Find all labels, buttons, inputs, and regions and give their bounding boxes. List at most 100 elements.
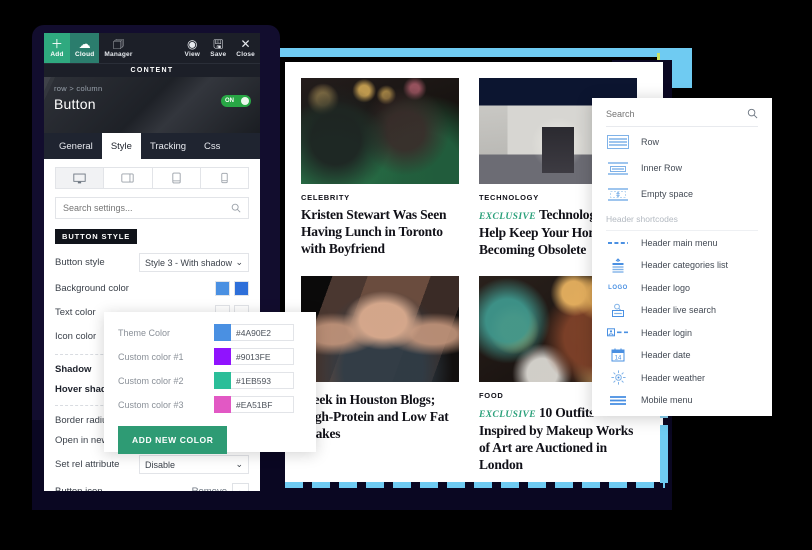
add-button-label: Add (50, 51, 63, 58)
theme-color-hex[interactable]: #4A90E2 (231, 324, 294, 341)
shortcode-label: Mobile menu (641, 395, 693, 405)
device-tablet-landscape[interactable] (104, 168, 152, 188)
view-button[interactable]: ◉ View (179, 33, 205, 63)
shortcode-header-logo[interactable]: LOGO Header logo (606, 277, 758, 299)
chevron-right-icon[interactable]: › (232, 483, 249, 491)
search-settings-box[interactable] (55, 197, 249, 219)
color-picker-row[interactable]: Custom color #2 #1EB593 (118, 372, 302, 389)
background-color-label: Background color (55, 283, 129, 294)
set-rel-select[interactable]: Disable ⌄ (139, 455, 249, 474)
editor-tabs: General Style Tracking Css (44, 133, 260, 159)
color-picker-popover: Theme Color #4A90E2 Custom color #1 #901… (104, 312, 316, 452)
custom-color-3-swatch[interactable] (214, 396, 231, 413)
remove-button-icon-link[interactable]: Remove (192, 486, 227, 491)
custom-color-3-label: Custom color #3 (118, 400, 214, 410)
field-button-style: Button style Style 3 - With shadow ⌄ (55, 253, 249, 272)
manager-button[interactable]: 🗇 Manager (99, 33, 137, 63)
save-disk-icon: 🖫 (213, 39, 223, 50)
color-picker-row[interactable]: Custom color #1 #9013FE (118, 348, 302, 365)
tab-general[interactable]: General (50, 133, 102, 159)
block-item-row[interactable]: Row (606, 130, 758, 153)
empty-space-icon (606, 187, 630, 201)
custom-color-2-swatch[interactable] (214, 372, 231, 389)
custom-color-1-hex[interactable]: #9013FE (231, 348, 294, 365)
calendar-icon: 14 (606, 348, 630, 362)
block-item-empty-space[interactable]: Empty space (606, 182, 758, 205)
manager-icon: 🗇 (113, 39, 124, 50)
shortcode-header-categories-list[interactable]: Header categories list (606, 255, 758, 277)
button-icon-label: Button icon (55, 486, 103, 491)
set-rel-value: Disable (145, 460, 175, 470)
decor-bottom-dash-start (285, 482, 299, 488)
add-new-color-button[interactable]: ADD NEW COLOR (118, 426, 227, 454)
decor-top-blue-bar (268, 48, 692, 57)
blocks-search-input[interactable] (606, 109, 735, 119)
editor-toolbar: ＋ Add ☁ Cloud 🗇 Manager ◉ View 🖫 Save ✕ (44, 33, 260, 63)
set-rel-label: Set rel attribute (55, 459, 119, 470)
field-set-rel-attribute: Set rel attribute Disable ⌄ (55, 455, 249, 474)
article-title: Week in Houston Blogs; High-Protein and … (301, 391, 459, 442)
shortcode-header-date[interactable]: 14 Header date (606, 345, 758, 367)
close-x-icon: ✕ (241, 39, 251, 50)
button-style-label: Button style (55, 257, 105, 268)
search-settings-input[interactable] (63, 203, 214, 213)
button-style-value: Style 3 - With shadow (145, 258, 232, 268)
theme-color-swatch[interactable] (214, 324, 231, 341)
search-icon (231, 203, 241, 213)
open-in-new-label: Open in new (55, 435, 108, 446)
block-item-label: Inner Row (641, 163, 682, 173)
add-button[interactable]: ＋ Add (44, 33, 70, 63)
save-button[interactable]: 🖫 Save (205, 33, 231, 63)
manager-button-label: Manager (104, 51, 132, 58)
tab-tracking[interactable]: Tracking (141, 133, 195, 159)
field-button-icon: Button icon Remove › (55, 483, 249, 491)
cloud-button-label: Cloud (75, 51, 94, 58)
logo-icon: LOGO (606, 285, 630, 291)
article-card[interactable]: Week in Houston Blogs; High-Protein and … (301, 276, 459, 473)
chevron-down-icon: ⌄ (235, 459, 243, 470)
shortcode-header-login[interactable]: Header login (606, 322, 758, 344)
color-picker-row[interactable]: Custom color #3 #EA51BF (118, 396, 302, 413)
header-shortcodes-list: Header main menu Header categories list … (606, 232, 758, 411)
article-kicker: CELEBRITY (301, 193, 459, 202)
device-switcher (55, 167, 249, 189)
device-tablet-portrait[interactable] (153, 168, 201, 188)
toggle-state-label: ON (225, 98, 234, 104)
color-picker-row[interactable]: Theme Color #4A90E2 (118, 324, 302, 341)
hamburger-icon (606, 395, 630, 406)
tab-style[interactable]: Style (102, 133, 141, 159)
shortcode-header-live-search[interactable]: Header live search (606, 300, 758, 322)
svg-text:14: 14 (615, 356, 622, 362)
custom-color-2-label: Custom color #2 (118, 376, 214, 386)
custom-color-3-hex[interactable]: #EA51BF (231, 396, 294, 413)
icon-color-label: Icon color (55, 331, 96, 342)
tab-css[interactable]: Css (195, 133, 229, 159)
button-style-select[interactable]: Style 3 - With shadow ⌄ (139, 253, 249, 272)
article-thumbnail (301, 276, 459, 382)
shortcode-mobile-menu[interactable]: Mobile menu (606, 390, 758, 412)
device-mobile[interactable] (201, 168, 248, 188)
background-color-swatch-normal[interactable] (215, 281, 230, 296)
chevron-down-icon: ⌄ (235, 257, 243, 268)
close-button[interactable]: ✕ Close (231, 33, 260, 63)
article-headline-text: Week in Houston Blogs; High-Protein and … (301, 392, 449, 441)
custom-color-1-swatch[interactable] (214, 348, 231, 365)
custom-color-2-hex[interactable]: #1EB593 (231, 372, 294, 389)
live-search-icon (606, 303, 630, 318)
article-card[interactable]: CELEBRITY Kristen Stewart Was Seen Havin… (301, 78, 459, 258)
cloud-button[interactable]: ☁ Cloud (70, 33, 99, 63)
element-enable-toggle[interactable]: ON (221, 95, 251, 107)
shortcode-header-weather[interactable]: Header weather (606, 367, 758, 389)
background-color-swatch-hover[interactable] (234, 281, 249, 296)
cloud-icon: ☁ (79, 39, 91, 50)
device-desktop[interactable] (56, 168, 104, 188)
exclusive-badge: EXCLUSIVE (479, 410, 536, 420)
decor-right-blue-bar (660, 425, 668, 483)
block-item-inner-row[interactable]: Inner Row (606, 156, 758, 179)
button-icon-controls: Remove › (192, 483, 249, 491)
close-button-label: Close (236, 51, 255, 58)
blocks-search-box[interactable] (606, 108, 758, 127)
shortcode-header-main-menu[interactable]: Header main menu (606, 232, 758, 254)
text-color-label: Text color (55, 307, 96, 318)
section-title-button-style: BUTTON STYLE (55, 229, 137, 244)
